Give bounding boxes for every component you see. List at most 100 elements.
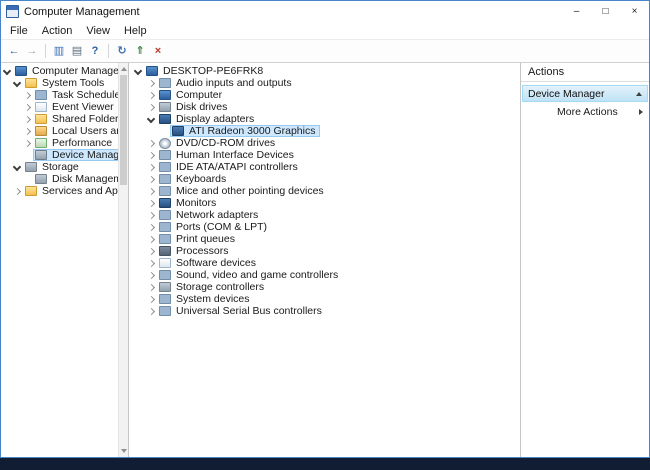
help-button[interactable]: ? bbox=[86, 42, 104, 60]
expand-chevron-icon[interactable] bbox=[146, 258, 157, 269]
menu-action[interactable]: Action bbox=[35, 24, 80, 38]
collapse-chevron-icon[interactable] bbox=[133, 66, 144, 77]
expand-chevron-icon[interactable] bbox=[146, 162, 157, 173]
console-item-event-viewer[interactable]: Event Viewer bbox=[2, 101, 118, 113]
console-tree-scrollbar[interactable] bbox=[118, 63, 128, 457]
item-body[interactable]: Services and Applications bbox=[23, 185, 118, 197]
item-body[interactable]: Local Users and Groups bbox=[33, 125, 118, 137]
expand-chevron-icon[interactable] bbox=[12, 186, 23, 197]
device-item-ide-ata-atapi-controllers[interactable]: IDE ATA/ATAPI controllers bbox=[133, 161, 520, 173]
expand-chevron-icon[interactable] bbox=[146, 294, 157, 305]
expand-chevron-icon[interactable] bbox=[146, 198, 157, 209]
console-item-shared-folders[interactable]: Shared Folders bbox=[2, 113, 118, 125]
console-item-device-manager[interactable]: Device Manager bbox=[2, 149, 118, 161]
minimize-button[interactable]: – bbox=[562, 1, 591, 22]
item-body[interactable]: DVD/CD-ROM drives bbox=[157, 137, 280, 149]
expand-chevron-icon[interactable] bbox=[146, 222, 157, 233]
device-item-dvd-cd-rom-drives[interactable]: DVD/CD-ROM drives bbox=[133, 137, 520, 149]
device-item-monitors[interactable]: Monitors bbox=[133, 197, 520, 209]
menu-view[interactable]: View bbox=[79, 24, 117, 38]
show-console-tree-button[interactable]: ▥ bbox=[50, 42, 68, 60]
close-button[interactable]: × bbox=[620, 1, 649, 22]
device-item-mice-and-other-pointing-devices[interactable]: Mice and other pointing devices bbox=[133, 185, 520, 197]
item-body[interactable]: Monitors bbox=[157, 197, 221, 209]
item-body[interactable]: Computer bbox=[157, 89, 227, 101]
item-body[interactable]: Software devices bbox=[157, 257, 261, 269]
device-item-network-adapters[interactable]: Network adapters bbox=[133, 209, 520, 221]
expand-chevron-icon[interactable] bbox=[146, 150, 157, 161]
collapse-chevron-icon[interactable] bbox=[12, 162, 23, 173]
uninstall-device-button[interactable]: × bbox=[149, 42, 167, 60]
device-item-disk-drives[interactable]: Disk drives bbox=[133, 101, 520, 113]
menu-file[interactable]: File bbox=[3, 24, 35, 38]
device-item-universal-serial-bus-controllers[interactable]: Universal Serial Bus controllers bbox=[133, 305, 520, 317]
expand-chevron-icon[interactable] bbox=[146, 306, 157, 317]
expand-chevron-icon[interactable] bbox=[146, 102, 157, 113]
device-item-desktop-pe6frk8[interactable]: DESKTOP-PE6FRK8 bbox=[133, 65, 520, 77]
item-body[interactable]: Computer Management (Local bbox=[13, 65, 118, 77]
expand-chevron-icon[interactable] bbox=[146, 282, 157, 293]
item-body[interactable]: Network adapters bbox=[157, 209, 263, 221]
expand-chevron-icon[interactable] bbox=[146, 234, 157, 245]
back-button[interactable]: ← bbox=[5, 42, 23, 60]
item-body[interactable]: Task Scheduler bbox=[33, 89, 118, 101]
item-body[interactable]: Audio inputs and outputs bbox=[157, 77, 297, 89]
update-driver-button[interactable]: ⇑ bbox=[131, 42, 149, 60]
collapse-chevron-icon[interactable] bbox=[146, 114, 157, 125]
device-item-software-devices[interactable]: Software devices bbox=[133, 257, 520, 269]
console-item-services-and-applications[interactable]: Services and Applications bbox=[2, 185, 118, 197]
item-body[interactable]: Performance bbox=[33, 137, 117, 149]
expand-chevron-icon[interactable] bbox=[22, 90, 33, 101]
scan-hardware-changes-button[interactable]: ↻ bbox=[113, 42, 131, 60]
expand-chevron-icon[interactable] bbox=[22, 102, 33, 113]
actions-device-manager-section[interactable]: Device Manager bbox=[522, 85, 648, 102]
item-body[interactable]: Disk Management bbox=[33, 173, 118, 185]
device-item-ports-com-lpt[interactable]: Ports (COM & LPT) bbox=[133, 221, 520, 233]
expand-chevron-icon[interactable] bbox=[22, 126, 33, 137]
device-item-audio-inputs-and-outputs[interactable]: Audio inputs and outputs bbox=[133, 77, 520, 89]
collapse-section-icon[interactable] bbox=[636, 92, 642, 96]
device-item-print-queues[interactable]: Print queues bbox=[133, 233, 520, 245]
expand-chevron-icon[interactable] bbox=[22, 138, 33, 149]
properties-button[interactable]: ▤ bbox=[68, 42, 86, 60]
item-body[interactable]: Event Viewer bbox=[33, 101, 118, 113]
expand-chevron-icon[interactable] bbox=[146, 186, 157, 197]
item-body[interactable]: IDE ATA/ATAPI controllers bbox=[157, 161, 303, 173]
item-body[interactable]: Storage bbox=[23, 161, 84, 173]
device-item-processors[interactable]: Processors bbox=[133, 245, 520, 257]
expand-chevron-icon[interactable] bbox=[146, 78, 157, 89]
console-item-disk-management[interactable]: Disk Management bbox=[2, 173, 118, 185]
item-body[interactable]: Ports (COM & LPT) bbox=[157, 221, 272, 233]
more-actions[interactable]: More Actions bbox=[521, 104, 649, 120]
console-item-computer-management-local[interactable]: Computer Management (Local bbox=[2, 65, 118, 77]
console-item-task-scheduler[interactable]: Task Scheduler bbox=[2, 89, 118, 101]
scrollbar-thumb[interactable] bbox=[120, 75, 127, 185]
device-item-ati-radeon-3000-graphics[interactable]: ATI Radeon 3000 Graphics bbox=[133, 125, 520, 137]
forward-button[interactable]: → bbox=[23, 42, 41, 60]
device-item-storage-controllers[interactable]: Storage controllers bbox=[133, 281, 520, 293]
expand-chevron-icon[interactable] bbox=[22, 114, 33, 125]
console-item-storage[interactable]: Storage bbox=[2, 161, 118, 173]
device-item-computer[interactable]: Computer bbox=[133, 89, 520, 101]
item-body[interactable]: Universal Serial Bus controllers bbox=[157, 305, 327, 317]
item-body[interactable]: Mice and other pointing devices bbox=[157, 185, 329, 197]
selected-item[interactable]: Device Manager bbox=[33, 149, 118, 161]
item-body[interactable]: Shared Folders bbox=[33, 113, 118, 125]
device-item-display-adapters[interactable]: Display adapters bbox=[133, 113, 520, 125]
console-item-system-tools[interactable]: System Tools bbox=[2, 77, 118, 89]
console-item-performance[interactable]: Performance bbox=[2, 137, 118, 149]
item-body[interactable]: System Tools bbox=[23, 77, 109, 89]
device-item-human-interface-devices[interactable]: Human Interface Devices bbox=[133, 149, 520, 161]
item-body[interactable]: System devices bbox=[157, 293, 255, 305]
item-body[interactable]: Disk drives bbox=[157, 101, 232, 113]
item-body[interactable]: Processors bbox=[157, 245, 234, 257]
collapse-chevron-icon[interactable] bbox=[2, 66, 13, 77]
collapse-chevron-icon[interactable] bbox=[12, 78, 23, 89]
item-body[interactable]: Storage controllers bbox=[157, 281, 269, 293]
item-body[interactable]: Print queues bbox=[157, 233, 240, 245]
device-item-sound-video-and-game-controllers[interactable]: Sound, video and game controllers bbox=[133, 269, 520, 281]
expand-chevron-icon[interactable] bbox=[146, 210, 157, 221]
console-item-local-users-and-groups[interactable]: Local Users and Groups bbox=[2, 125, 118, 137]
item-body[interactable]: Sound, video and game controllers bbox=[157, 269, 343, 281]
device-item-system-devices[interactable]: System devices bbox=[133, 293, 520, 305]
